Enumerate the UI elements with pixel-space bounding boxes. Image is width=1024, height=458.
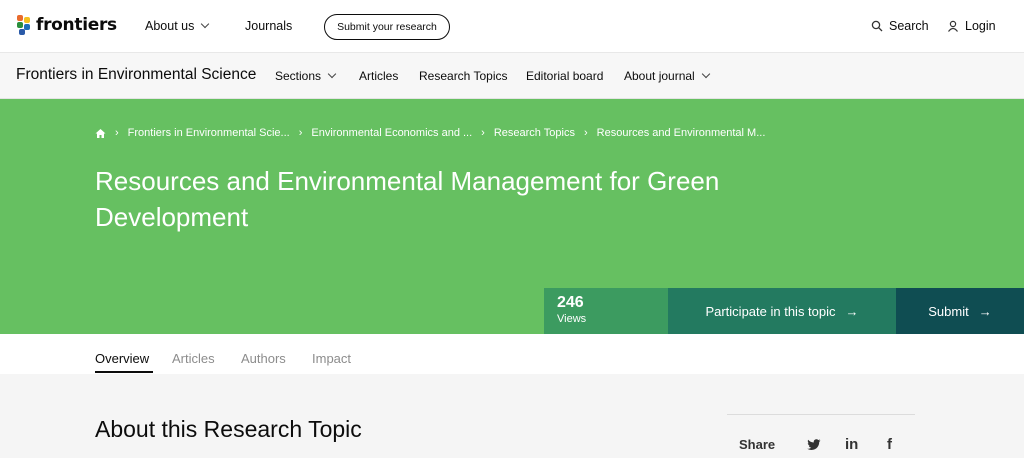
login-button[interactable]: Login bbox=[947, 19, 996, 33]
chevron-down-icon bbox=[701, 69, 710, 79]
research-topics-label: Research Topics bbox=[419, 69, 508, 83]
facebook-icon[interactable]: f bbox=[887, 436, 892, 453]
tab-articles[interactable]: Articles bbox=[172, 351, 215, 366]
participate-label: Participate in this topic bbox=[705, 303, 836, 319]
share-label: Share bbox=[739, 437, 776, 452]
search-label: Search bbox=[889, 19, 929, 33]
views-counter: 246 Views bbox=[544, 288, 668, 334]
editorial-board-label: Editorial board bbox=[526, 69, 604, 83]
journals-link[interactable]: Journals bbox=[245, 19, 292, 33]
articles-link[interactable]: Articles bbox=[359, 69, 398, 83]
breadcrumb-item[interactable]: Frontiers in Environmental Scie... bbox=[128, 127, 290, 139]
editorial-board-link[interactable]: Editorial board bbox=[526, 69, 603, 83]
chevron-right-icon: › bbox=[115, 127, 119, 139]
search-icon bbox=[871, 20, 883, 32]
journals-label: Journals bbox=[245, 19, 293, 33]
views-label: Views bbox=[557, 313, 587, 325]
about-journal-menu[interactable]: About journal bbox=[624, 69, 710, 83]
research-topics-link[interactable]: Research Topics bbox=[419, 69, 508, 83]
submit-research-button[interactable]: Submit your research bbox=[324, 14, 450, 40]
home-icon[interactable] bbox=[95, 128, 106, 139]
arrow-right-icon: → bbox=[978, 303, 992, 319]
topic-tabs: Overview Articles Authors Impact bbox=[0, 334, 1024, 374]
about-us-label: About us bbox=[145, 19, 195, 33]
user-icon bbox=[948, 20, 958, 32]
breadcrumb-item[interactable]: Resources and Environmental M... bbox=[597, 127, 766, 139]
chevron-down-icon bbox=[327, 69, 337, 79]
frontiers-logo-icon bbox=[16, 14, 32, 36]
twitter-icon[interactable] bbox=[807, 439, 821, 451]
breadcrumb: › Frontiers in Environmental Scie... › E… bbox=[95, 127, 765, 139]
journal-title[interactable]: Frontiers in Environmental Science bbox=[16, 66, 256, 84]
topic-hero: › Frontiers in Environmental Scie... › E… bbox=[0, 99, 1024, 334]
tab-authors[interactable]: Authors bbox=[241, 351, 286, 366]
chevron-right-icon: › bbox=[298, 127, 303, 139]
arrow-right-icon: → bbox=[845, 303, 859, 319]
sections-menu[interactable]: Sections bbox=[275, 69, 337, 83]
login-label: Login bbox=[965, 19, 996, 33]
frontiers-logo[interactable]: frontiers bbox=[16, 14, 117, 36]
breadcrumb-item[interactable]: Research Topics bbox=[494, 127, 575, 139]
active-tab-indicator bbox=[95, 371, 153, 373]
page-title: Resources and Environmental Management f… bbox=[95, 166, 720, 232]
top-navigation-bar: frontiers About us Journals Submit your … bbox=[0, 0, 1024, 53]
submit-label: Submit bbox=[928, 303, 969, 319]
tab-impact[interactable]: Impact bbox=[312, 351, 351, 366]
journal-navigation-bar: Frontiers in Environmental Science Secti… bbox=[0, 53, 1024, 99]
search-button[interactable]: Search bbox=[871, 19, 929, 33]
about-journal-label: About journal bbox=[624, 69, 695, 83]
articles-label: Articles bbox=[359, 69, 399, 83]
logo-text: frontiers bbox=[36, 15, 117, 35]
tab-overview[interactable]: Overview bbox=[95, 351, 149, 366]
submit-button[interactable]: Submit → bbox=[896, 288, 1024, 334]
about-us-menu[interactable]: About us bbox=[145, 19, 210, 33]
sections-label: Sections bbox=[275, 69, 322, 83]
chevron-right-icon: › bbox=[481, 127, 485, 139]
share-panel: Share in f bbox=[727, 414, 915, 458]
participate-button[interactable]: Participate in this topic → bbox=[668, 288, 896, 334]
chevron-right-icon: › bbox=[583, 127, 588, 139]
views-count: 246 bbox=[557, 294, 584, 311]
section-title: About this Research Topic bbox=[95, 416, 362, 442]
breadcrumb-item[interactable]: Environmental Economics and ... bbox=[311, 127, 472, 139]
linkedin-icon[interactable]: in bbox=[845, 436, 858, 453]
main-content: About this Research Topic Share in f bbox=[0, 374, 1024, 458]
chevron-down-icon bbox=[201, 19, 210, 29]
